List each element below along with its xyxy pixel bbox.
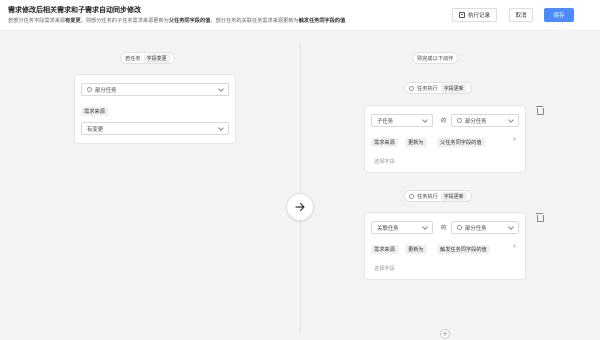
remove-field-close-icon[interactable]: × bbox=[512, 136, 517, 143]
delete-action1-trash-icon[interactable] bbox=[536, 106, 544, 115]
trigger-pill: 若任务 字段变更 bbox=[120, 52, 175, 64]
action1-card: 子任务 的 部分任务 需求来源 更新为 父任务同字段的值 × 选择字段 bbox=[364, 105, 526, 173]
filter-icon bbox=[457, 225, 462, 230]
rule-canvas: 若任务 字段变更 部分任务 需求来源 有变更 则完成以下动作 任务执行 字段更新… bbox=[0, 31, 600, 340]
filter-icon bbox=[409, 85, 414, 91]
add-action-plus-icon[interactable]: + bbox=[440, 329, 450, 339]
action2-choose-field[interactable]: 选择字段 bbox=[374, 265, 395, 272]
page-title: 需求修改后相关需求和子需求自动同步修改 bbox=[8, 6, 141, 14]
action2-field-tag: 需求来源 bbox=[371, 245, 398, 254]
log-icon bbox=[458, 12, 465, 18]
save-button[interactable]: 保存 bbox=[544, 8, 574, 22]
action1-value-tag: 父任务同字段的值 bbox=[437, 138, 485, 147]
center-divider bbox=[300, 43, 301, 333]
header: 需求修改后相关需求和子需求自动同步修改 若部分任务字段需求来源有变更，则部分任务… bbox=[0, 0, 600, 31]
then-pill: 则完成以下动作 bbox=[412, 52, 459, 64]
chevron-down-icon bbox=[508, 224, 514, 230]
remove-field-close-icon[interactable]: × bbox=[512, 243, 517, 250]
action1-choose-field[interactable]: 选择字段 bbox=[374, 158, 395, 165]
chevron-down-icon bbox=[218, 86, 224, 92]
action2-update-tag: 更新为 bbox=[405, 245, 427, 254]
execution-log-button[interactable]: 执行记录 bbox=[452, 8, 497, 22]
condition-select[interactable]: 有变更 bbox=[81, 122, 229, 135]
action2-pill: 任务执行 字段更新 bbox=[404, 190, 472, 202]
field-tag: 需求来源 bbox=[81, 107, 108, 116]
cancel-button[interactable]: 取消 bbox=[509, 8, 533, 22]
filter-icon bbox=[409, 193, 414, 199]
task-scope-select[interactable]: 部分任务 bbox=[81, 83, 229, 96]
arrow-right-icon bbox=[286, 193, 314, 221]
action2-target-select[interactable]: 关联任务 bbox=[371, 221, 433, 234]
action1-source-select[interactable]: 部分任务 bbox=[451, 114, 519, 127]
trigger-card: 部分任务 需求来源 有变更 bbox=[74, 74, 236, 144]
chevron-down-icon bbox=[218, 125, 224, 131]
delete-action2-trash-icon[interactable] bbox=[536, 213, 544, 222]
chevron-down-icon bbox=[508, 117, 514, 123]
action2-card: 关联任务 的 部分任务 需求来源 更新为 触发任务同字段的值 × 选择字段 bbox=[364, 212, 526, 280]
action1-update-tag: 更新为 bbox=[405, 138, 427, 147]
of-label: 的 bbox=[441, 118, 447, 124]
chevron-down-icon bbox=[422, 224, 428, 230]
chevron-down-icon bbox=[422, 117, 428, 123]
action1-pill: 任务执行 字段更新 bbox=[404, 82, 472, 94]
filter-icon bbox=[87, 87, 92, 92]
action2-value-tag: 触发任务同字段的值 bbox=[437, 245, 490, 254]
action1-field-tag: 需求来源 bbox=[371, 138, 398, 147]
action2-source-select[interactable]: 部分任务 bbox=[451, 221, 519, 234]
of-label: 的 bbox=[441, 225, 447, 231]
action1-target-select[interactable]: 子任务 bbox=[371, 114, 433, 127]
page-subtitle: 若部分任务字段需求来源有变更，则部分任务的子任务需求来源更新为父任务同字段的值，… bbox=[8, 18, 346, 24]
filter-icon bbox=[457, 118, 462, 123]
